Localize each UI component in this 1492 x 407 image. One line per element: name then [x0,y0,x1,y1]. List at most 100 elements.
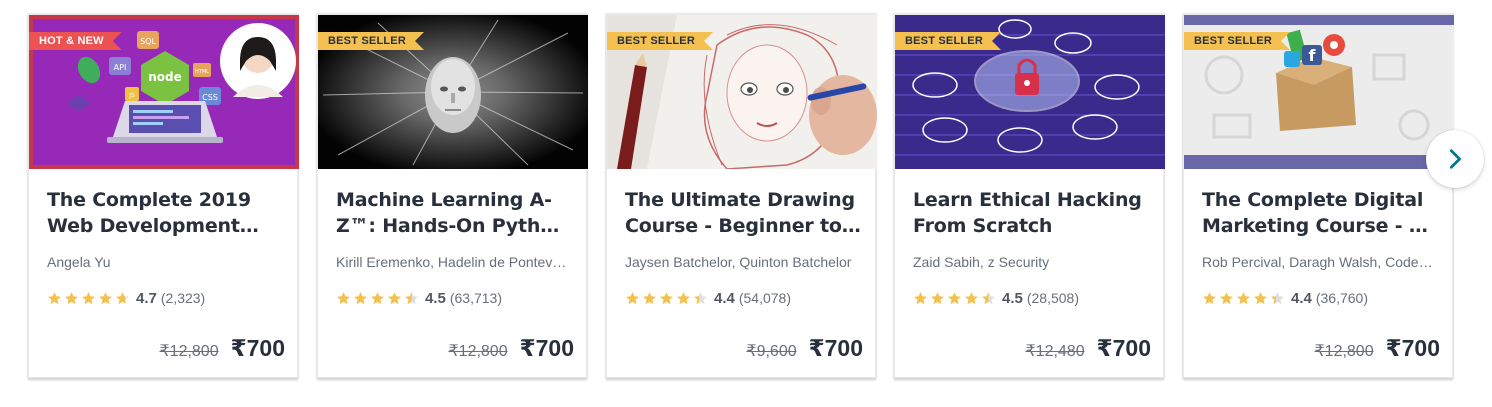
star-full-icon [1220,291,1233,304]
course-author: Zaid Sabih, z Security [913,254,1050,270]
rating-value: 4.7 [136,289,157,307]
rating-row: 4.4 (36,760) [1202,289,1438,307]
svg-text:f: f [1309,46,1317,65]
course-card[interactable]: BEST SELLER Machine Learning A-Z™: Hands… [317,14,588,378]
price-row: ₹9,600 ₹700 [746,335,863,362]
sale-price: ₹700 [1385,335,1440,361]
original-price: ₹12,480 [1025,343,1085,360]
carousel-next-button[interactable] [1426,130,1484,188]
svg-text:HTML: HTML [195,69,209,75]
hot-and-new-badge: HOT & NEW [29,32,122,50]
original-price: ₹12,800 [448,343,508,360]
sale-price: ₹700 [1096,335,1151,361]
star-full-icon [660,291,673,304]
star-full-icon [1237,291,1250,304]
star-full-icon [965,291,978,304]
price-row: ₹12,800 ₹700 [448,335,574,362]
sale-price: ₹700 [230,335,285,361]
course-author: Angela Yu [47,254,111,270]
star-full-icon [82,291,95,304]
rating-count: (36,760) [1315,290,1369,306]
sale-price: ₹700 [808,335,863,361]
star-full-icon [948,291,961,304]
course-author: Rob Percival, Daragh Walsh, Codestars [1202,254,1438,270]
star-half-icon [116,291,129,304]
course-info: The Complete Digital Marketing Course - … [1202,187,1438,307]
svg-text:node: node [148,70,182,84]
rating-row: 4.5 (63,713) [336,289,572,307]
svg-text:JS: JS [128,92,135,99]
rating-count: (54,078) [738,290,792,306]
original-price: ₹9,600 [746,343,797,360]
course-title[interactable]: The Complete Digital Marketing Course - … [1202,187,1438,239]
course-title[interactable]: Learn Ethical Hacking From Scratch [913,187,1149,239]
star-full-icon [99,291,112,304]
star-full-icon [1254,291,1267,304]
course-author: Jaysen Batchelor, Quinton Batchelor [625,254,852,270]
star-rating [1202,291,1285,306]
course-card[interactable]: BEST SELLER The Ultimate Drawing Course … [606,14,877,378]
star-rating [913,291,996,306]
original-price: ₹12,800 [1314,343,1374,360]
star-full-icon [48,291,61,304]
star-full-icon [337,291,350,304]
course-carousel: SQL API node HTML JS CSS HOT & NEW The C… [28,14,1454,380]
best-seller-badge: BEST SELLER [607,32,713,50]
course-card[interactable]: f BEST SELLER The Complete Digital Marke… [1183,14,1454,378]
best-seller-badge: BEST SELLER [1184,32,1290,50]
course-info: Learn Ethical Hacking From Scratch Zaid … [913,187,1149,307]
course-thumbnail[interactable]: BEST SELLER [318,15,588,169]
course-title[interactable]: The Complete 2019 Web Development Bootca… [47,187,283,239]
price-row: ₹12,800 ₹700 [159,335,285,362]
course-title[interactable]: Machine Learning A-Z™: Hands-On Python &… [336,187,572,239]
star-full-icon [371,291,384,304]
course-author: Kirill Eremenko, Hadelin de Ponteves, Su… [336,254,572,270]
star-full-icon [914,291,927,304]
rating-row: 4.4 (54,078) [625,289,861,307]
star-rating [625,291,708,306]
price-row: ₹12,480 ₹700 [1025,335,1151,362]
star-half-icon [982,291,995,304]
star-rating [336,291,419,306]
course-thumbnail[interactable]: SQL API node HTML JS CSS HOT & NEW [29,15,299,169]
chevron-right-icon [1449,149,1461,169]
star-full-icon [388,291,401,304]
rating-count: (28,508) [1026,290,1080,306]
svg-text:API: API [114,63,127,72]
star-half-icon [1271,291,1284,304]
rating-value: 4.5 [1002,289,1023,307]
star-half-icon [405,291,418,304]
rating-row: 4.7 (2,323) [47,289,283,307]
rating-count: (63,713) [449,290,503,306]
svg-text:SQL: SQL [140,37,156,46]
course-card[interactable]: SQL API node HTML JS CSS HOT & NEW The C… [28,14,299,378]
rating-value: 4.4 [714,289,735,307]
rating-value: 4.5 [425,289,446,307]
rating-row: 4.5 (28,508) [913,289,1149,307]
course-info: The Complete 2019 Web Development Bootca… [47,187,283,307]
star-full-icon [626,291,639,304]
rating-value: 4.4 [1291,289,1312,307]
star-half-icon [694,291,707,304]
course-title[interactable]: The Ultimate Drawing Course - Beginner t… [625,187,861,239]
course-card[interactable]: BEST SELLER Learn Ethical Hacking From S… [894,14,1165,378]
sale-price: ₹700 [519,335,574,361]
best-seller-badge: BEST SELLER [895,32,1001,50]
course-thumbnail[interactable]: BEST SELLER [895,15,1165,169]
star-full-icon [677,291,690,304]
course-info: Machine Learning A-Z™: Hands-On Python &… [336,187,572,307]
star-rating [47,291,130,306]
star-full-icon [65,291,78,304]
svg-text:CSS: CSS [202,93,218,102]
course-info: The Ultimate Drawing Course - Beginner t… [625,187,861,307]
star-full-icon [1203,291,1216,304]
rating-count: (2,323) [160,290,206,306]
star-full-icon [354,291,367,304]
star-full-icon [931,291,944,304]
course-thumbnail[interactable]: BEST SELLER [607,15,877,169]
best-seller-badge: BEST SELLER [318,32,424,50]
original-price: ₹12,800 [159,343,219,360]
star-full-icon [643,291,656,304]
price-row: ₹12,800 ₹700 [1314,335,1440,362]
course-thumbnail[interactable]: f BEST SELLER [1184,15,1454,169]
